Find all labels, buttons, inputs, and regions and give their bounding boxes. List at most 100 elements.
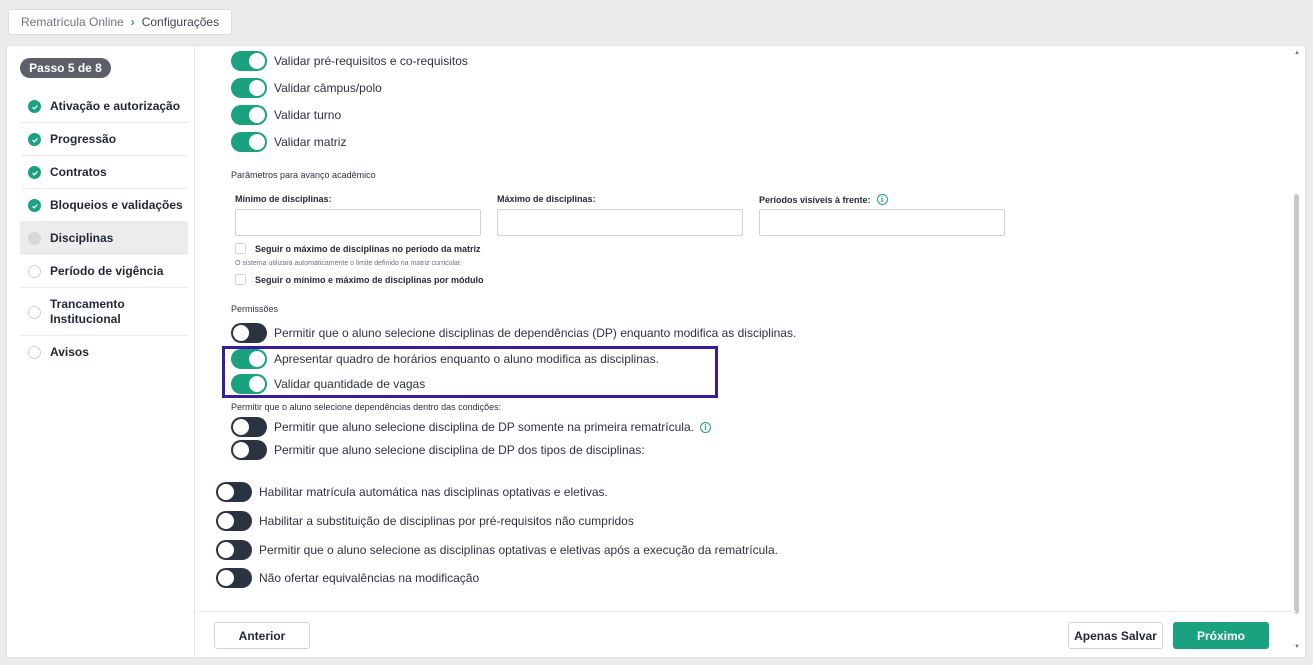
apenas-salvar-button[interactable]: Apenas Salvar [1068,622,1163,649]
main-content: Validar pré-requisitos e co-requisitos V… [196,46,1292,611]
empty-circle-icon [28,265,41,278]
section-title-conditions: Permitir que o aluno selecione dependênc… [231,402,502,412]
scrollbar-thumb[interactable] [1294,194,1299,614]
sidebar-item-progressao[interactable]: Progressão [20,123,188,156]
toggle-row: Permitir que o aluno selecione as discip… [216,540,778,560]
check-circle-icon [28,166,41,179]
check-circle-icon [28,100,41,113]
sidebar-item-label: Progressão [50,132,117,146]
steps-nav: Ativação e autorização Progressão Contra… [20,90,188,368]
toggle-substituicao[interactable] [216,511,252,531]
toggle-knob [218,542,234,558]
toggle-row: Validar câmpus/polo [231,78,382,98]
sidebar-item-periodo[interactable]: Período de vigência [20,255,188,288]
toggle-knob [233,325,249,341]
empty-circle-icon [28,346,41,359]
checkbox-hint: O sistema utilizará automaticamente o li… [235,260,462,267]
checkbox-row: Seguir o mínimo e máximo de disciplinas … [235,274,484,285]
sidebar-item-bloqueios[interactable]: Bloqueios e validações [20,189,188,222]
toggle-row: Não ofertar equivalências na modificação [216,568,479,588]
toggle-knob [233,419,249,435]
toggle-label: Habilitar matrícula automática nas disci… [259,485,608,499]
toggle-dp-primeira-rematricula[interactable] [231,417,267,437]
toggle-label: Habilitar a substituição de disciplinas … [259,514,634,528]
section-title-academic: Parâmetros para avanço acadêmico [231,170,376,180]
sidebar-item-contratos[interactable]: Contratos [20,156,188,189]
sidebar-item-label: Bloqueios e validações [50,198,183,212]
check-circle-icon [28,133,41,146]
min-disciplinas-label: Mínimo de disciplinas: [235,194,332,204]
sidebar-item-label: Período de vigência [50,264,164,278]
footer-bar: Anterior Apenas Salvar Próximo [196,611,1296,657]
toggle-validar-turno[interactable] [231,105,267,125]
periodos-input[interactable] [759,209,1005,236]
breadcrumb: Rematrícula Online › Configurações [8,9,233,35]
min-disciplinas-input[interactable] [235,209,481,236]
toggle-label: Validar quantidade de vagas [274,377,426,391]
toggle-matricula-automatica[interactable] [216,482,252,502]
empty-circle-icon [28,306,41,319]
toggle-row: Validar matriz [231,132,346,152]
max-disciplinas-label: Máximo de disciplinas: [497,194,596,204]
toggle-knob [218,570,234,586]
toggle-row: Habilitar a substituição de disciplinas … [216,511,634,531]
anterior-button[interactable]: Anterior [214,622,310,649]
checkbox-row: Seguir o máximo de disciplinas no períod… [235,243,481,254]
sidebar-item-disciplinas[interactable]: Disciplinas [20,222,188,255]
toggle-label: Validar matriz [274,135,347,149]
toggle-knob [218,513,234,529]
sidebar-item-trancamento[interactable]: Trancamento Institucional [20,288,188,336]
toggle-knob [249,80,265,96]
toggle-row: Apresentar quadro de horários enquanto o… [231,349,659,369]
proximo-button[interactable]: Próximo [1173,622,1269,649]
section-title-permissions: Permissões [231,304,279,314]
sidebar-item-label: Disciplinas [50,231,114,245]
toggle-permitir-dp[interactable] [231,323,267,343]
info-icon[interactable]: i [699,421,711,433]
toggle-validar-campus[interactable] [231,78,267,98]
checkbox-label: Seguir o mínimo e máximo de disciplinas … [255,274,484,285]
sidebar-item-label: Avisos [50,345,89,359]
toggle-knob [249,134,265,150]
toggle-row: Permitir que aluno selecione disciplina … [231,440,645,460]
toggle-label: Validar turno [274,108,342,122]
toggle-quantidade-vagas[interactable] [231,374,267,394]
toggle-label: Validar câmpus/polo [274,81,382,95]
toggle-quadro-horarios[interactable] [231,349,267,369]
toggle-label: Permitir que aluno selecione disciplina … [274,420,694,434]
toggle-label: Permitir que o aluno selecione as discip… [259,543,778,557]
toggle-label: Apresentar quadro de horários enquanto o… [274,352,659,366]
steps-sidebar: Passo 5 de 8 Ativação e autorização Prog… [7,46,195,657]
toggle-label: Permitir que aluno selecione disciplina … [274,443,645,457]
toggle-validar-matriz[interactable] [231,132,267,152]
toggle-label: Não ofertar equivalências na modificação [259,571,480,585]
breadcrumb-root[interactable]: Rematrícula Online [21,15,124,29]
periodos-label-wrap: Períodos visíveis à frente: i [759,194,888,205]
sidebar-item-label: Trancamento Institucional [50,297,125,326]
breadcrumb-current: Configurações [141,15,220,29]
toggle-validar-prerequisitos[interactable] [231,51,267,71]
toggle-nao-ofertar-equivalencias[interactable] [216,568,252,588]
toggle-row: Permitir que aluno selecione disciplina … [231,417,711,437]
info-icon[interactable]: i [876,194,888,205]
sidebar-item-label: Ativação e autorização [50,99,181,113]
toggle-knob [218,484,234,500]
checkbox-seguir-modulo[interactable] [235,274,246,285]
toggle-dp-tipos-disciplinas[interactable] [231,440,267,460]
toggle-optativas-apos[interactable] [216,540,252,560]
check-circle-icon [28,199,41,212]
max-disciplinas-input[interactable] [497,209,743,236]
sidebar-item-avisos[interactable]: Avisos [20,336,188,368]
toggle-label: Validar pré-requisitos e co-requisitos [274,54,468,68]
toggle-knob [233,442,249,458]
toggle-knob [249,351,265,367]
checkbox-seguir-maximo[interactable] [235,243,246,254]
toggle-row: Validar quantidade de vagas [231,374,425,394]
toggle-label: Permitir que o aluno selecione disciplin… [274,326,797,340]
sidebar-item-ativacao[interactable]: Ativação e autorização [20,90,188,123]
settings-card: Passo 5 de 8 Ativação e autorização Prog… [6,45,1306,658]
scroll-up-icon[interactable]: ▲ [1293,50,1301,56]
current-step-icon [28,232,41,245]
step-indicator: Passo 5 de 8 [20,58,111,78]
toggle-row: Permitir que o aluno selecione disciplin… [231,323,796,343]
